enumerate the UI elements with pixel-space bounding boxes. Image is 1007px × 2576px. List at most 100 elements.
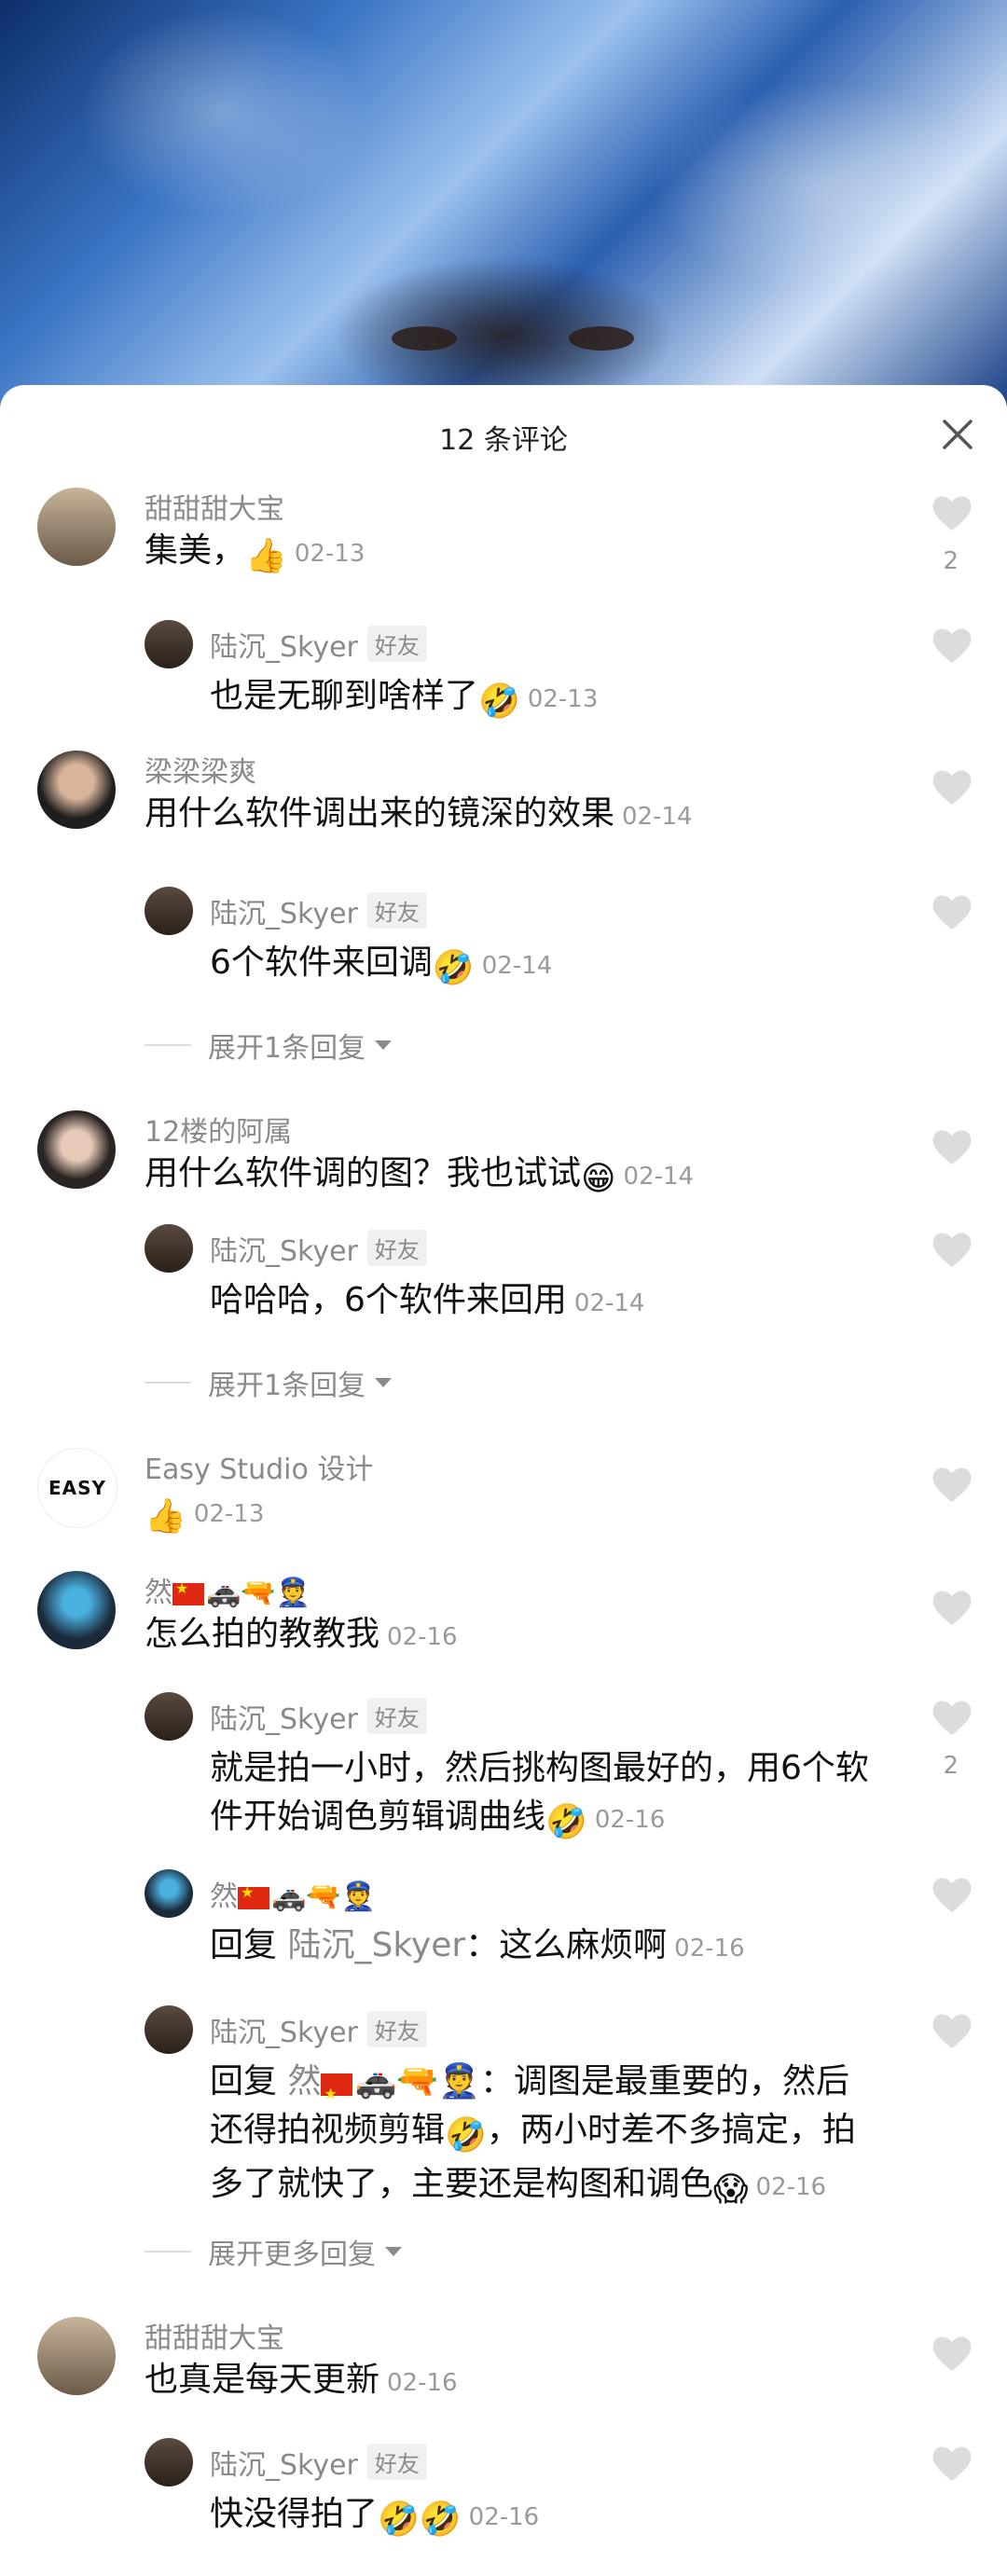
avatar[interactable] [37,2317,116,2395]
comment-text: 也真是每天更新 02-16 [145,2356,458,2407]
heart-outline-icon[interactable] [931,1127,973,1166]
heart-outline-icon[interactable] [931,626,973,665]
reply-author[interactable]: 陆沉_Skyer 好友 [210,2442,427,2483]
heart-outline-icon[interactable] [931,2334,973,2373]
comment-date: 02-16 [674,1935,745,1963]
thumbs-up-icon: 👍 [145,1497,186,1536]
reply-text: 回复 然🚓🔫👮：调图是最重要的，然后 还得拍视频剪辑🤣，两小时差不多搞定，拍 多… [210,2058,918,2214]
comment-author[interactable]: 12楼的阿属 [145,1109,292,1150]
expand-replies-button[interactable]: 展开1条回复 [145,1362,393,1403]
reply-text: 快没得拍了🤣🤣 02-16 [210,2490,539,2544]
author-name: 陆沉_Skyer [210,2449,358,2482]
avatar[interactable] [145,887,193,935]
expand-label: 展开1条回复 [208,1032,366,1065]
expand-label: 展开更多回复 [208,2239,376,2271]
reply-to-user[interactable]: 陆沉_Skyer [287,1926,465,1964]
reply-text-content: 快没得拍了 [210,2495,379,2533]
heart-outline-icon[interactable] [931,1698,973,1737]
hero-eye-left [392,326,457,351]
comment-text-content: 用什么软件调的图？我也试试 [145,1154,582,1192]
rofl-emoji-icon: 🤣 [545,1803,587,1841]
china-flag-icon [172,1579,204,1605]
avatar[interactable] [145,1224,193,1273]
reply-author[interactable]: 陆沉_Skyer 好友 [210,2009,427,2050]
expand-label: 展开1条回复 [208,1370,366,1402]
comment-text: 👍 02-13 [145,1487,264,1541]
reply-prefix: 回复 [210,2062,278,2101]
chevron-down-icon [375,1378,393,1387]
heart-outline-icon[interactable] [931,1465,973,1504]
comments-sheet: 12 条评论 甜甜甜大宝 集美，👍 02-13 2 陆沉_Skyer 好友 也是无聊… [0,385,1007,2576]
avatar[interactable] [37,1571,116,1649]
avatar[interactable] [37,751,116,829]
friend-badge: 好友 [366,626,427,662]
comment-author[interactable]: 甜甜甜大宝 [145,486,284,527]
reply-author[interactable]: 陆沉_Skyer 好友 [210,1228,427,1269]
close-button[interactable] [934,411,981,458]
avatar[interactable] [145,1692,193,1741]
friend-badge: 好友 [366,892,427,929]
author-name: 陆沉_Skyer [210,898,358,930]
comment-text: 怎么拍的教教我 02-16 [145,1610,458,1661]
reply-author[interactable]: 然 🚓🔫👮 [210,1873,376,1914]
heart-outline-icon[interactable] [931,1875,973,1914]
avatar[interactable] [145,2005,193,2054]
comment-author[interactable]: 梁梁梁爽 [145,749,256,790]
rofl-emoji-icon: 🤣 [478,682,520,721]
comment-date: 02-14 [623,1163,695,1191]
reply-to-user[interactable]: 然 🚓🔫👮 [287,2062,480,2118]
like-count: 2 [943,547,959,575]
heart-outline-icon[interactable] [931,1230,973,1269]
heart-outline-icon[interactable] [931,1588,973,1627]
author-name: 然 [210,1880,238,1913]
comment-text-content: 也真是每天更新 [145,2361,380,2399]
avatar[interactable] [145,2438,193,2486]
sheet-header: 12 条评论 [0,385,1007,486]
expand-replies-button[interactable]: 展开1条回复 [145,1025,393,1066]
reply-text-line: 件开始调色剪辑调曲线 [210,1798,546,1836]
reply-author[interactable]: 陆沉_Skyer 好友 [210,624,427,665]
comment-date: 02-13 [193,1500,265,1528]
comment-date: 02-14 [481,952,553,980]
name-emoji: 🚓🔫👮 [206,1577,311,1609]
avatar[interactable] [145,1869,193,1918]
comment-text: 用什么软件调的图？我也试试😁 02-14 [145,1150,694,1204]
comment-author[interactable]: 然 🚓🔫👮 [145,1569,310,1610]
avatar[interactable] [37,488,116,566]
heart-outline-icon[interactable] [931,2444,973,2483]
reply-text: 6个软件来回调🤣 02-14 [210,939,552,993]
author-name: 陆沉_Skyer [210,1235,358,1268]
author-name: 陆沉_Skyer [210,631,358,664]
avatar[interactable] [37,1110,116,1189]
comment-author[interactable]: 甜甜甜大宝 [145,2315,284,2356]
author-name: 然 [145,1577,172,1609]
reply-text: 哈哈哈，6个软件来回用 02-14 [210,1276,644,1328]
rofl-emoji-icon: 🤣🤣 [378,2500,462,2539]
like-count: 2 [943,1752,959,1780]
video-background [0,0,1007,410]
avatar[interactable] [145,620,193,668]
rofl-emoji-icon: 🤣 [432,949,475,987]
expand-more-replies-button[interactable]: 展开更多回复 [145,2231,404,2272]
chevron-down-icon [375,1040,393,1050]
reply-text-content: ：这么麻烦啊 [465,1926,668,1964]
reply-author[interactable]: 陆沉_Skyer 好友 [210,1696,427,1737]
reply-text-line: ，两小时差不多搞定，拍 [486,2111,856,2149]
reply-to-name: 然 [287,2062,322,2101]
comment-author[interactable]: Easy Studio 设计 [145,1446,373,1487]
rofl-emoji-icon: 🤣 [445,2116,487,2155]
china-flag-icon [321,2070,353,2118]
reply-prefix: 回复 [210,1926,278,1964]
thumbs-up-icon: 👍 [245,537,287,575]
author-name: 陆沉_Skyer [210,2017,358,2049]
heart-outline-icon[interactable] [931,493,973,532]
heart-outline-icon[interactable] [931,892,973,931]
comment-date: 02-16 [387,2369,458,2397]
friend-badge: 好友 [366,1230,427,1266]
heart-outline-icon[interactable] [931,767,973,806]
reply-author[interactable]: 陆沉_Skyer 好友 [210,890,427,931]
reply-text-line: 就是拍一小时，然后挑构图最好的，用6个软 [210,1749,869,1787]
avatar[interactable]: EASY [37,1448,117,1528]
reply-text-line: 多了就快了，主要还是构图和调色 [210,2165,714,2203]
heart-outline-icon[interactable] [931,2011,973,2050]
